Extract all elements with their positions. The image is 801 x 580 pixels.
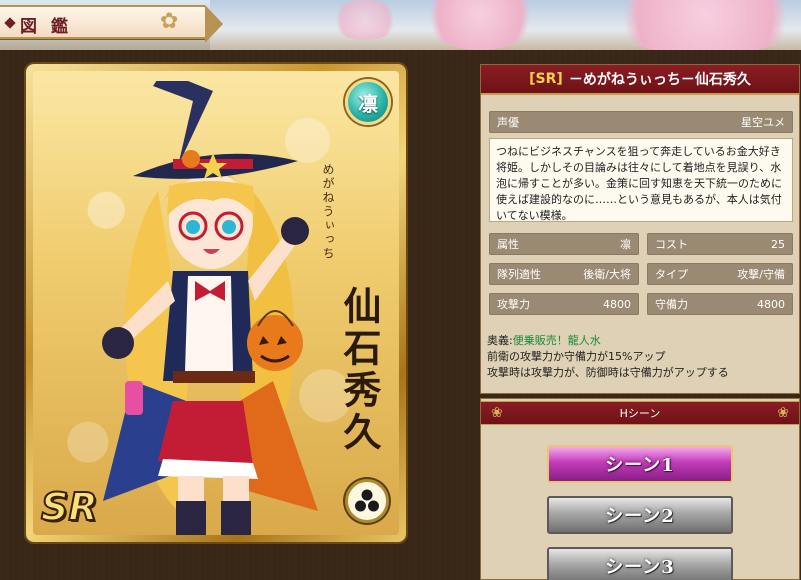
stat-value: 凛: [620, 238, 631, 251]
scene-2-button[interactable]: シーン2: [547, 496, 733, 534]
character-title: －めがねうぃっち－仙石秀久: [568, 72, 751, 88]
attribute-badge: 凛: [345, 79, 391, 125]
character-rarity: [SR]: [529, 71, 563, 87]
stat-attack: 攻撃力 4800: [489, 293, 639, 315]
character-illustration: [102, 81, 318, 535]
card-kanji-name: 仙石秀久: [337, 286, 382, 454]
card-face: 凛 めがねうぃっち 仙石秀久 SR: [33, 71, 399, 535]
stat-type: タイプ 攻撃/守備: [647, 263, 793, 285]
character-info-panel: [SR] －めがねうぃっち－仙石秀久 声優 星空ユメ つねにビジネスチャンスを狙…: [480, 64, 800, 394]
skill-name: 便乗販売！龍人水: [512, 334, 601, 347]
cherry-blossom-decoration: [330, 0, 400, 40]
voice-value: 星空ユメ: [741, 116, 785, 129]
skill-section: 奥義:便乗販売！龍人水 前衛の攻撃力か守備力が15%アップ 攻撃時は攻撃力が、防…: [487, 333, 797, 381]
skill-prefix: 奥義:: [487, 334, 513, 347]
flower-icon: ❀: [491, 405, 503, 421]
scene-1-button[interactable]: シーン1: [547, 445, 733, 483]
stat-cost: コスト 25: [647, 233, 793, 255]
card-area: 凛 めがねうぃっち 仙石秀久 SR: [20, 60, 420, 580]
stat-value: 後衛/大将: [583, 268, 631, 281]
voice-actor-row: 声優 星空ユメ: [489, 111, 793, 133]
stat-label: 隊列適性: [497, 268, 541, 281]
stat-label: タイプ: [655, 268, 688, 281]
diamond-icon: [4, 17, 16, 29]
skill-effect-line: 攻撃時は攻撃力が、防御時は守備力がアップする: [487, 366, 729, 379]
page-title-plate: 図鑑 ✿: [0, 5, 223, 43]
skill-title-line: 奥義:便乗販売！龍人水: [487, 333, 797, 349]
stat-label: 攻撃力: [497, 298, 530, 311]
stat-value: 4800: [603, 297, 631, 311]
stat-label: 属性: [497, 238, 519, 251]
stat-formation: 隊列適性 後衛/大将: [489, 263, 639, 285]
stat-value: 25: [771, 237, 785, 251]
stat-defense: 守備力 4800: [647, 293, 793, 315]
stat-label: 守備力: [655, 298, 688, 311]
stat-value: 攻撃/守備: [737, 268, 785, 281]
flower-icon: ❀: [777, 405, 789, 421]
skill-effect-line: 前衛の攻撃力か守備力が15%アップ: [487, 350, 666, 363]
page-title: 図鑑: [20, 17, 82, 37]
hscene-panel: ❀ Hシーン ❀ シーン1 シーン2 シーン3: [480, 398, 800, 580]
character-description: つねにビジネスチャンスを狙って奔走しているお金大好き将姫。しかしその目論みは往々…: [489, 138, 793, 222]
hscene-header-label: Hシーン: [619, 407, 661, 420]
flower-icon: ✿: [160, 9, 179, 34]
crest-icon: [345, 479, 389, 523]
card-kana-name: めがねうぃっち: [321, 163, 335, 261]
card-rarity: SR: [40, 484, 99, 530]
stat-label: コスト: [655, 238, 688, 251]
voice-label: 声優: [497, 116, 519, 129]
character-card[interactable]: 凛 めがねうぃっち 仙石秀久 SR: [26, 64, 406, 542]
scene-3-button[interactable]: シーン3: [547, 547, 733, 580]
stat-attribute: 属性 凛: [489, 233, 639, 255]
cherry-blossom-decoration: [600, 0, 801, 50]
hscene-header: ❀ Hシーン ❀: [481, 401, 799, 425]
stat-value: 4800: [757, 297, 785, 311]
character-title-bar: [SR] －めがねうぃっち－仙石秀久: [481, 65, 799, 95]
top-header: 図鑑 ✿: [0, 0, 801, 50]
